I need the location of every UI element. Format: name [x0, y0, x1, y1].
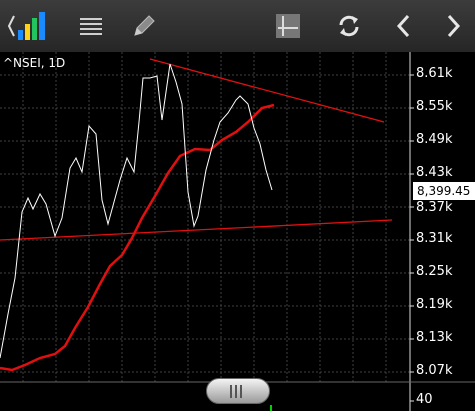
price-chart[interactable]: ^NSEI, 1D 8.61k 8.55k 8.49k 8.43k 8.37k … [0, 52, 475, 411]
forward-arrow-icon [447, 14, 461, 38]
forward-button[interactable] [438, 8, 468, 44]
y-tick-label: 8.25k [416, 264, 453, 279]
crosshair-icon [276, 14, 300, 38]
symbol-label: ^NSEI, 1D [3, 56, 66, 70]
pencil-icon [134, 15, 155, 36]
refresh-button[interactable] [332, 8, 366, 44]
y-tick-label: 8.49k [416, 132, 453, 147]
y-tick-label: 8.07k [416, 363, 453, 378]
grip-line [230, 385, 232, 398]
menu-button[interactable] [74, 8, 108, 44]
chart-type-icon [7, 12, 45, 40]
y-tick-label: 8.37k [416, 200, 453, 215]
menu-icon [80, 18, 102, 35]
back-button[interactable] [389, 8, 419, 44]
y-tick-label: 8.55k [416, 99, 453, 114]
toolbar [0, 0, 475, 52]
grip-line [235, 385, 237, 398]
last-price-tag: 8,399.45 [413, 182, 475, 200]
back-arrow-icon [396, 14, 410, 38]
volume-tick-label: 40 [416, 392, 433, 407]
scroll-handle[interactable] [206, 378, 270, 404]
draw-button[interactable] [127, 8, 161, 44]
y-tick-label: 8.31k [416, 231, 453, 246]
y-tick-label: 8.43k [416, 165, 453, 180]
chart-canvas [0, 52, 475, 411]
y-tick-label: 8.61k [416, 66, 453, 81]
resistance-trendline[interactable] [149, 58, 385, 123]
support-trendline[interactable] [0, 219, 393, 241]
y-axis-ticks [410, 74, 414, 402]
y-tick-label: 8.13k [416, 330, 453, 345]
grip-line [240, 385, 242, 398]
refresh-icon [339, 15, 359, 37]
chart-type-button[interactable] [2, 8, 52, 44]
crosshair-button[interactable] [271, 8, 305, 44]
horizontal-gridlines [0, 74, 410, 373]
vertical-gridlines [22, 52, 387, 382]
y-tick-label: 8.19k [416, 297, 453, 312]
